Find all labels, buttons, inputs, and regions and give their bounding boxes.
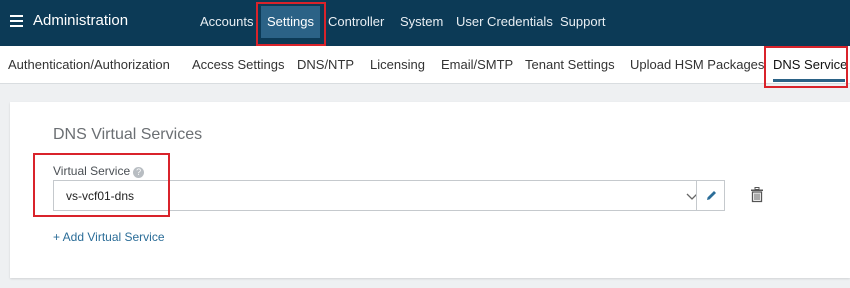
top-navigation-bar: Administration Accounts Settings Control… xyxy=(0,0,850,46)
nav-controller[interactable]: Controller xyxy=(328,14,384,29)
edit-button[interactable] xyxy=(696,180,725,211)
subnav-email-smtp[interactable]: Email/SMTP xyxy=(441,57,513,72)
highlight-box-settings xyxy=(256,2,326,46)
subnav-tenant-settings[interactable]: Tenant Settings xyxy=(525,57,615,72)
subnav-upload-hsm-packages[interactable]: Upload HSM Packages xyxy=(630,57,764,72)
menu-icon[interactable] xyxy=(10,15,23,27)
nav-user-credentials[interactable]: User Credentials xyxy=(456,14,553,29)
settings-subnav: Authentication/Authorization Access Sett… xyxy=(0,46,850,84)
subnav-licensing[interactable]: Licensing xyxy=(370,57,425,72)
subnav-access-settings[interactable]: Access Settings xyxy=(192,57,285,72)
app-title: Administration xyxy=(33,12,129,29)
trash-icon[interactable] xyxy=(750,187,764,203)
pencil-icon xyxy=(707,191,716,200)
section-title: DNS Virtual Services xyxy=(53,126,203,143)
highlight-box-dns-service xyxy=(764,46,848,88)
subnav-authentication-authorization[interactable]: Authentication/Authorization xyxy=(8,57,170,72)
nav-accounts[interactable]: Accounts xyxy=(200,14,253,29)
highlight-box-virtual-service xyxy=(33,153,170,217)
nav-system[interactable]: System xyxy=(400,14,443,29)
add-virtual-service-link[interactable]: + Add Virtual Service xyxy=(53,230,165,244)
subnav-dns-ntp[interactable]: DNS/NTP xyxy=(297,57,354,72)
nav-support[interactable]: Support xyxy=(560,14,606,29)
